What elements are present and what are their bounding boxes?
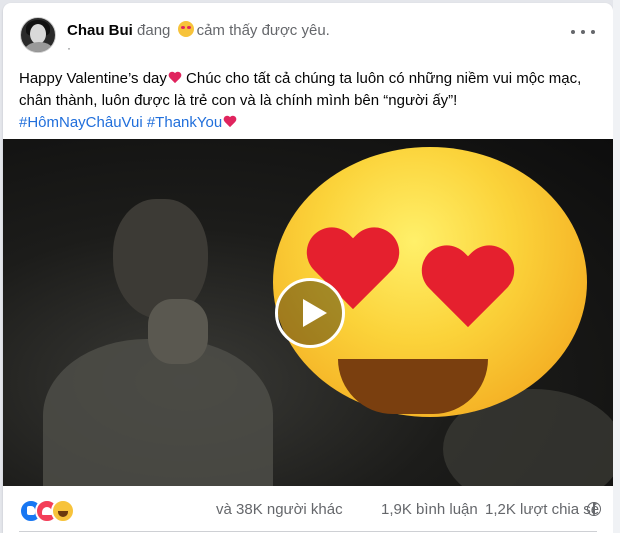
hashtag-homnaychauvui[interactable]: #HômNayChâuVui [19, 114, 143, 131]
post-header: Chau Bui đang cảm thấy được yêu. · [3, 3, 613, 63]
avatar-shoulder [24, 42, 54, 52]
avatar-face [30, 24, 46, 44]
audience-icon[interactable] [587, 502, 601, 516]
heart-icon [168, 72, 182, 84]
feeling-prefix: đang [137, 22, 171, 39]
play-icon[interactable] [275, 278, 345, 348]
heart-eye-right-icon [418, 247, 518, 337]
post-card: Chau Bui đang cảm thấy được yêu. · Happy… [3, 3, 613, 533]
post-meta: · [67, 41, 71, 55]
timestamp-separator: · [67, 41, 71, 55]
video-person-body [43, 339, 273, 486]
video-person-hand [148, 299, 208, 364]
video-player[interactable] [3, 139, 613, 486]
reaction-count[interactable]: và 38K người khác [216, 501, 343, 518]
post-text: Happy Valentine’s day Chúc cho tất cả ch… [19, 68, 599, 134]
post-text-part1: Happy Valentine’s day [19, 70, 167, 87]
scroll-edge [613, 0, 620, 533]
red-heart-icon [223, 116, 237, 128]
stats-divider [19, 531, 597, 532]
haha-icon [51, 499, 75, 523]
feeling-text: cảm thấy được yêu. [196, 22, 330, 39]
author-avatar[interactable] [20, 17, 56, 53]
post-stats: và 38K người khác 1,9K bình luận 1,2K lư… [3, 489, 613, 529]
author-line: Chau Bui đang cảm thấy được yêu. [67, 21, 330, 39]
more-options-icon[interactable] [571, 25, 595, 39]
comment-count[interactable]: 1,9K bình luận [381, 501, 478, 518]
smiling-face-with-hearts-icon [177, 21, 194, 37]
hashtag-thankyou[interactable]: #ThankYou [147, 114, 222, 131]
share-count[interactable]: 1,2K lượt chia sẻ [485, 501, 599, 518]
author-name[interactable]: Chau Bui [67, 22, 133, 39]
